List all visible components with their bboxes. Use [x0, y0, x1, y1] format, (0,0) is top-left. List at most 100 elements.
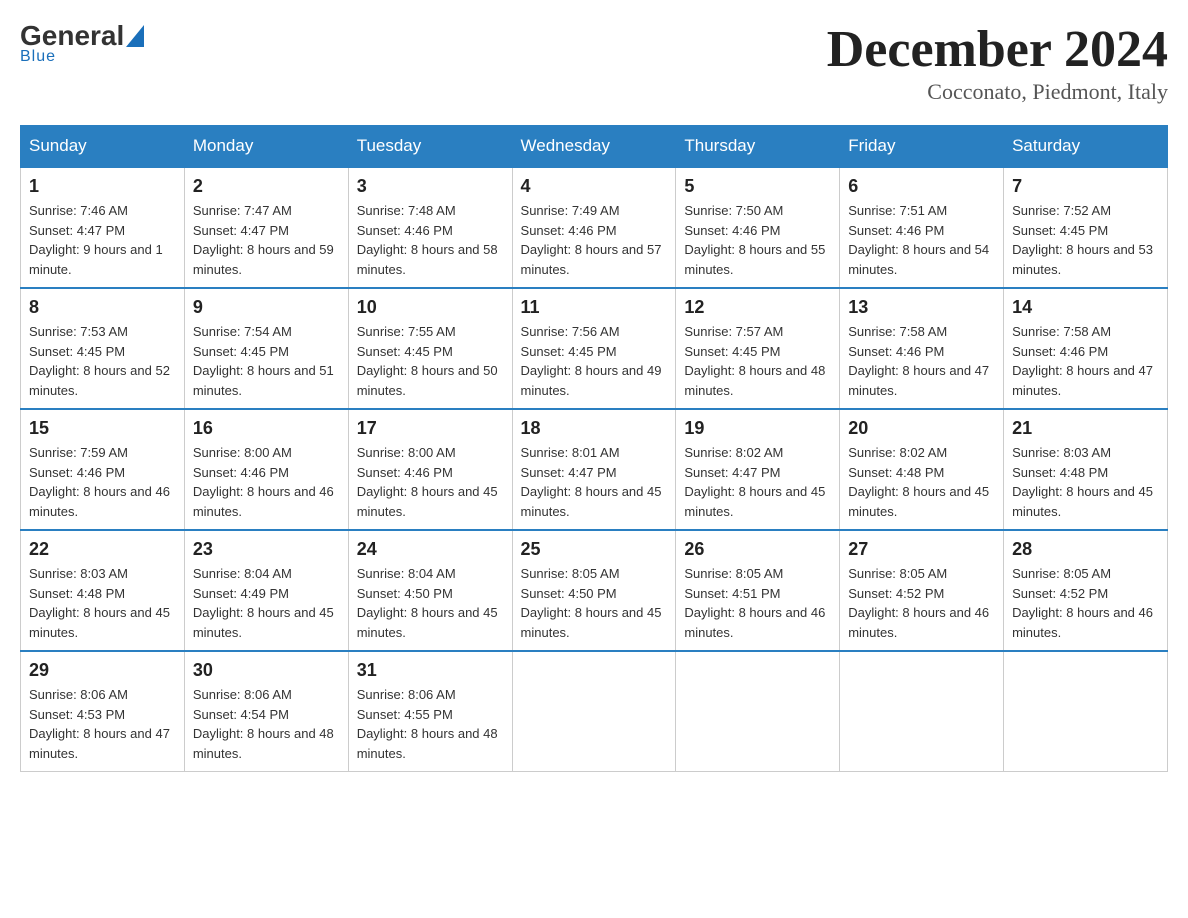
day-cell-30: 30 Sunrise: 8:06 AM Sunset: 4:54 PM Dayl… [184, 651, 348, 772]
day-cell-11: 11 Sunrise: 7:56 AM Sunset: 4:45 PM Dayl… [512, 288, 676, 409]
day-number: 10 [357, 297, 504, 318]
empty-cell [840, 651, 1004, 772]
day-info: Sunrise: 8:05 AM Sunset: 4:51 PM Dayligh… [684, 564, 831, 642]
day-info: Sunrise: 7:58 AM Sunset: 4:46 PM Dayligh… [848, 322, 995, 400]
day-number: 25 [521, 539, 668, 560]
day-number: 13 [848, 297, 995, 318]
day-cell-9: 9 Sunrise: 7:54 AM Sunset: 4:45 PM Dayli… [184, 288, 348, 409]
day-info: Sunrise: 7:56 AM Sunset: 4:45 PM Dayligh… [521, 322, 668, 400]
day-cell-27: 27 Sunrise: 8:05 AM Sunset: 4:52 PM Dayl… [840, 530, 1004, 651]
day-number: 23 [193, 539, 340, 560]
day-number: 5 [684, 176, 831, 197]
day-header-saturday: Saturday [1004, 126, 1168, 168]
day-number: 20 [848, 418, 995, 439]
day-header-friday: Friday [840, 126, 1004, 168]
logo-blue-text: Blue [20, 48, 144, 66]
day-cell-16: 16 Sunrise: 8:00 AM Sunset: 4:46 PM Dayl… [184, 409, 348, 530]
day-number: 7 [1012, 176, 1159, 197]
calendar-table: SundayMondayTuesdayWednesdayThursdayFrid… [20, 125, 1168, 772]
day-cell-26: 26 Sunrise: 8:05 AM Sunset: 4:51 PM Dayl… [676, 530, 840, 651]
day-info: Sunrise: 7:46 AM Sunset: 4:47 PM Dayligh… [29, 201, 176, 279]
day-number: 30 [193, 660, 340, 681]
day-number: 28 [1012, 539, 1159, 560]
day-info: Sunrise: 7:52 AM Sunset: 4:45 PM Dayligh… [1012, 201, 1159, 279]
day-number: 31 [357, 660, 504, 681]
day-cell-22: 22 Sunrise: 8:03 AM Sunset: 4:48 PM Dayl… [21, 530, 185, 651]
day-info: Sunrise: 7:50 AM Sunset: 4:46 PM Dayligh… [684, 201, 831, 279]
day-number: 12 [684, 297, 831, 318]
days-header-row: SundayMondayTuesdayWednesdayThursdayFrid… [21, 126, 1168, 168]
week-row-1: 1 Sunrise: 7:46 AM Sunset: 4:47 PM Dayli… [21, 167, 1168, 288]
day-header-wednesday: Wednesday [512, 126, 676, 168]
day-number: 27 [848, 539, 995, 560]
day-number: 26 [684, 539, 831, 560]
week-row-5: 29 Sunrise: 8:06 AM Sunset: 4:53 PM Dayl… [21, 651, 1168, 772]
day-info: Sunrise: 7:51 AM Sunset: 4:46 PM Dayligh… [848, 201, 995, 279]
day-cell-14: 14 Sunrise: 7:58 AM Sunset: 4:46 PM Dayl… [1004, 288, 1168, 409]
day-number: 24 [357, 539, 504, 560]
day-number: 29 [29, 660, 176, 681]
day-cell-10: 10 Sunrise: 7:55 AM Sunset: 4:45 PM Dayl… [348, 288, 512, 409]
day-info: Sunrise: 8:05 AM Sunset: 4:52 PM Dayligh… [848, 564, 995, 642]
day-cell-17: 17 Sunrise: 8:00 AM Sunset: 4:46 PM Dayl… [348, 409, 512, 530]
day-header-thursday: Thursday [676, 126, 840, 168]
day-number: 3 [357, 176, 504, 197]
week-row-3: 15 Sunrise: 7:59 AM Sunset: 4:46 PM Dayl… [21, 409, 1168, 530]
day-info: Sunrise: 8:06 AM Sunset: 4:53 PM Dayligh… [29, 685, 176, 763]
day-number: 19 [684, 418, 831, 439]
day-number: 9 [193, 297, 340, 318]
location-text: Cocconato, Piedmont, Italy [827, 79, 1168, 105]
day-info: Sunrise: 8:02 AM Sunset: 4:47 PM Dayligh… [684, 443, 831, 521]
day-number: 16 [193, 418, 340, 439]
day-info: Sunrise: 8:00 AM Sunset: 4:46 PM Dayligh… [193, 443, 340, 521]
day-info: Sunrise: 7:48 AM Sunset: 4:46 PM Dayligh… [357, 201, 504, 279]
day-info: Sunrise: 8:00 AM Sunset: 4:46 PM Dayligh… [357, 443, 504, 521]
week-row-4: 22 Sunrise: 8:03 AM Sunset: 4:48 PM Dayl… [21, 530, 1168, 651]
day-number: 4 [521, 176, 668, 197]
day-info: Sunrise: 7:57 AM Sunset: 4:45 PM Dayligh… [684, 322, 831, 400]
day-info: Sunrise: 7:49 AM Sunset: 4:46 PM Dayligh… [521, 201, 668, 279]
day-cell-1: 1 Sunrise: 7:46 AM Sunset: 4:47 PM Dayli… [21, 167, 185, 288]
day-info: Sunrise: 7:55 AM Sunset: 4:45 PM Dayligh… [357, 322, 504, 400]
title-area: December 2024 Cocconato, Piedmont, Italy [827, 20, 1168, 105]
day-cell-4: 4 Sunrise: 7:49 AM Sunset: 4:46 PM Dayli… [512, 167, 676, 288]
day-info: Sunrise: 8:06 AM Sunset: 4:55 PM Dayligh… [357, 685, 504, 763]
week-row-2: 8 Sunrise: 7:53 AM Sunset: 4:45 PM Dayli… [21, 288, 1168, 409]
day-info: Sunrise: 7:53 AM Sunset: 4:45 PM Dayligh… [29, 322, 176, 400]
day-info: Sunrise: 8:05 AM Sunset: 4:50 PM Dayligh… [521, 564, 668, 642]
day-cell-24: 24 Sunrise: 8:04 AM Sunset: 4:50 PM Dayl… [348, 530, 512, 651]
empty-cell [676, 651, 840, 772]
day-info: Sunrise: 7:47 AM Sunset: 4:47 PM Dayligh… [193, 201, 340, 279]
logo: General Blue [20, 20, 144, 66]
day-cell-5: 5 Sunrise: 7:50 AM Sunset: 4:46 PM Dayli… [676, 167, 840, 288]
day-number: 21 [1012, 418, 1159, 439]
day-number: 1 [29, 176, 176, 197]
empty-cell [512, 651, 676, 772]
day-info: Sunrise: 8:03 AM Sunset: 4:48 PM Dayligh… [1012, 443, 1159, 521]
day-info: Sunrise: 8:05 AM Sunset: 4:52 PM Dayligh… [1012, 564, 1159, 642]
day-cell-23: 23 Sunrise: 8:04 AM Sunset: 4:49 PM Dayl… [184, 530, 348, 651]
day-cell-13: 13 Sunrise: 7:58 AM Sunset: 4:46 PM Dayl… [840, 288, 1004, 409]
day-info: Sunrise: 8:01 AM Sunset: 4:47 PM Dayligh… [521, 443, 668, 521]
day-header-sunday: Sunday [21, 126, 185, 168]
day-info: Sunrise: 8:02 AM Sunset: 4:48 PM Dayligh… [848, 443, 995, 521]
logo-triangle-icon [126, 25, 144, 47]
day-cell-15: 15 Sunrise: 7:59 AM Sunset: 4:46 PM Dayl… [21, 409, 185, 530]
day-info: Sunrise: 7:54 AM Sunset: 4:45 PM Dayligh… [193, 322, 340, 400]
day-info: Sunrise: 8:04 AM Sunset: 4:49 PM Dayligh… [193, 564, 340, 642]
day-header-tuesday: Tuesday [348, 126, 512, 168]
day-cell-20: 20 Sunrise: 8:02 AM Sunset: 4:48 PM Dayl… [840, 409, 1004, 530]
day-cell-12: 12 Sunrise: 7:57 AM Sunset: 4:45 PM Dayl… [676, 288, 840, 409]
day-header-monday: Monday [184, 126, 348, 168]
day-number: 22 [29, 539, 176, 560]
day-number: 8 [29, 297, 176, 318]
page-header: General Blue December 2024 Cocconato, Pi… [20, 20, 1168, 105]
day-cell-25: 25 Sunrise: 8:05 AM Sunset: 4:50 PM Dayl… [512, 530, 676, 651]
day-number: 18 [521, 418, 668, 439]
day-number: 11 [521, 297, 668, 318]
day-info: Sunrise: 7:58 AM Sunset: 4:46 PM Dayligh… [1012, 322, 1159, 400]
day-number: 17 [357, 418, 504, 439]
day-info: Sunrise: 8:03 AM Sunset: 4:48 PM Dayligh… [29, 564, 176, 642]
day-cell-2: 2 Sunrise: 7:47 AM Sunset: 4:47 PM Dayli… [184, 167, 348, 288]
day-cell-31: 31 Sunrise: 8:06 AM Sunset: 4:55 PM Dayl… [348, 651, 512, 772]
